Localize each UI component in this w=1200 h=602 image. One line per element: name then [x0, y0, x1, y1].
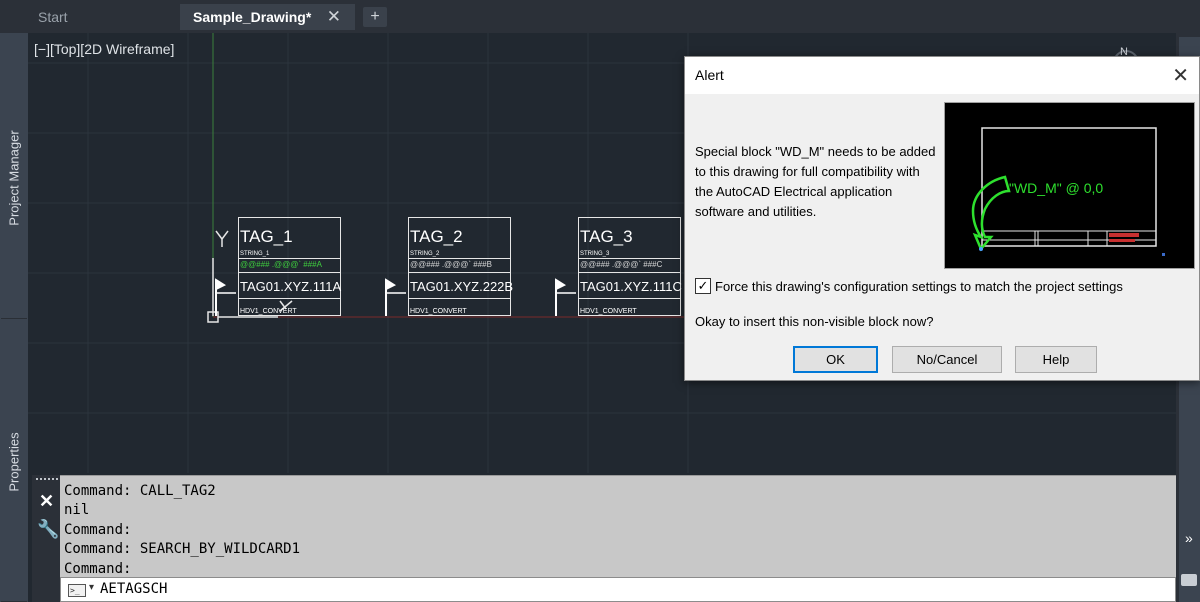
project-manager-palette-tab[interactable]: Project Manager [1, 37, 27, 319]
autocad-window: Start Sample_Drawing* ✕ + Project Manage… [0, 0, 1200, 602]
tag-code: TAG01.XYZ.111C [580, 279, 682, 294]
divider [239, 298, 340, 299]
project-manager-label: Project Manager [6, 129, 22, 226]
preview-label: "WD_M" @ 0,0 [1009, 180, 1103, 196]
command-history-line: nil [64, 502, 90, 519]
block-preview-graphic: "WD_M" @ 0,0 [971, 127, 1165, 256]
tag-string: STRING_3 [580, 251, 610, 257]
divider [579, 298, 680, 299]
folder-icon[interactable] [1181, 574, 1197, 586]
wrench-icon[interactable]: 🔧 [37, 519, 59, 540]
properties-palette-tab[interactable]: Properties [1, 323, 27, 602]
tag-pattern: @@### .@@@` ###A [240, 260, 322, 269]
command-history-line: Command: SEARCH_BY_WILDCARD1 [64, 541, 301, 558]
tag-name: TAG_2 [410, 227, 463, 246]
command-history-line: Command: [64, 521, 132, 538]
dialog-message: Special block "WD_M" needs to be added t… [695, 144, 936, 219]
tag-hdv: HDV1_CONVERT [240, 308, 297, 315]
left-palette-bar: Project Manager Properties [0, 33, 28, 602]
chevron-down-icon[interactable]: ▾ [89, 582, 94, 593]
force-config-checkbox[interactable]: ✓ [695, 278, 711, 294]
command-prompt-icon[interactable]: >_ [68, 584, 86, 597]
tag-block[interactable]: TAG_3 STRING_3 @@### .@@@` ###C TAG01.XY… [578, 217, 682, 316]
block-preview-image: "WD_M" @ 0,0 [944, 102, 1195, 269]
divider [579, 258, 680, 259]
close-icon[interactable]: ✕ [327, 4, 341, 30]
command-line-grip[interactable]: ✕ 🔧 [32, 475, 60, 602]
dialog-title-bar[interactable]: Alert ✕ [685, 57, 1199, 94]
tag-block[interactable]: TAG_2 STRING_2 @@### .@@@` ###B TAG01.XY… [408, 217, 514, 316]
dialog-title: Alert [695, 67, 724, 83]
properties-label: Properties [6, 432, 22, 492]
close-icon[interactable]: ✕ [39, 491, 54, 512]
tab-start-label: Start [38, 9, 68, 25]
divider [239, 272, 340, 273]
tag-hdv: HDV1_CONVERT [580, 308, 637, 315]
command-history: Command: CALL_TAG2 nil Command: Command:… [60, 475, 1176, 577]
tag-pattern: @@### .@@@` ###C [580, 260, 663, 269]
ok-button[interactable]: OK [793, 346, 878, 373]
divider [409, 258, 510, 259]
force-config-checkbox-label[interactable]: Force this drawing's configuration setti… [715, 279, 1123, 294]
tab-sample-drawing-label: Sample_Drawing* [193, 9, 312, 25]
close-icon[interactable]: ✕ [1172, 63, 1189, 87]
tag-name: TAG_1 [240, 227, 293, 246]
divider [579, 272, 680, 273]
grip-handle[interactable] [36, 478, 58, 480]
new-tab-button[interactable]: + [363, 7, 387, 27]
tag-hdv: HDV1_CONVERT [410, 308, 467, 315]
tag-pattern: @@### .@@@` ###B [410, 260, 492, 269]
document-tab-bar: Start Sample_Drawing* ✕ + [0, 0, 1200, 33]
tab-start[interactable]: Start [28, 4, 178, 30]
divider [239, 258, 340, 259]
tag-block[interactable]: TAG_1 STRING_1 @@### .@@@` ###A TAG01.XY… [238, 217, 341, 316]
command-input[interactable]: AETAGSCH [100, 581, 167, 597]
tag-code: TAG01.XYZ.111A [240, 279, 342, 294]
command-input-bar[interactable]: >_ ▾ AETAGSCH [60, 577, 1176, 602]
divider [409, 298, 510, 299]
tag-code: TAG01.XYZ.222B [410, 279, 514, 294]
alert-dialog: Alert ✕ Special block "WD_M" needs to be… [684, 56, 1200, 381]
command-history-line: Command: CALL_TAG2 [64, 483, 216, 499]
divider [409, 272, 510, 273]
chevron-right-icon[interactable]: » [1185, 530, 1193, 546]
dialog-question: Okay to insert this non-visible block no… [695, 314, 934, 329]
tab-sample-drawing[interactable]: Sample_Drawing* ✕ [180, 4, 355, 30]
tag-string: STRING_2 [410, 251, 440, 257]
tag-string: STRING_1 [240, 251, 270, 257]
viewport-controls[interactable]: [−][Top][2D Wireframe] [34, 41, 174, 57]
no-cancel-button[interactable]: No/Cancel [892, 346, 1002, 373]
help-button[interactable]: Help [1015, 346, 1097, 373]
tag-name: TAG_3 [580, 227, 633, 246]
